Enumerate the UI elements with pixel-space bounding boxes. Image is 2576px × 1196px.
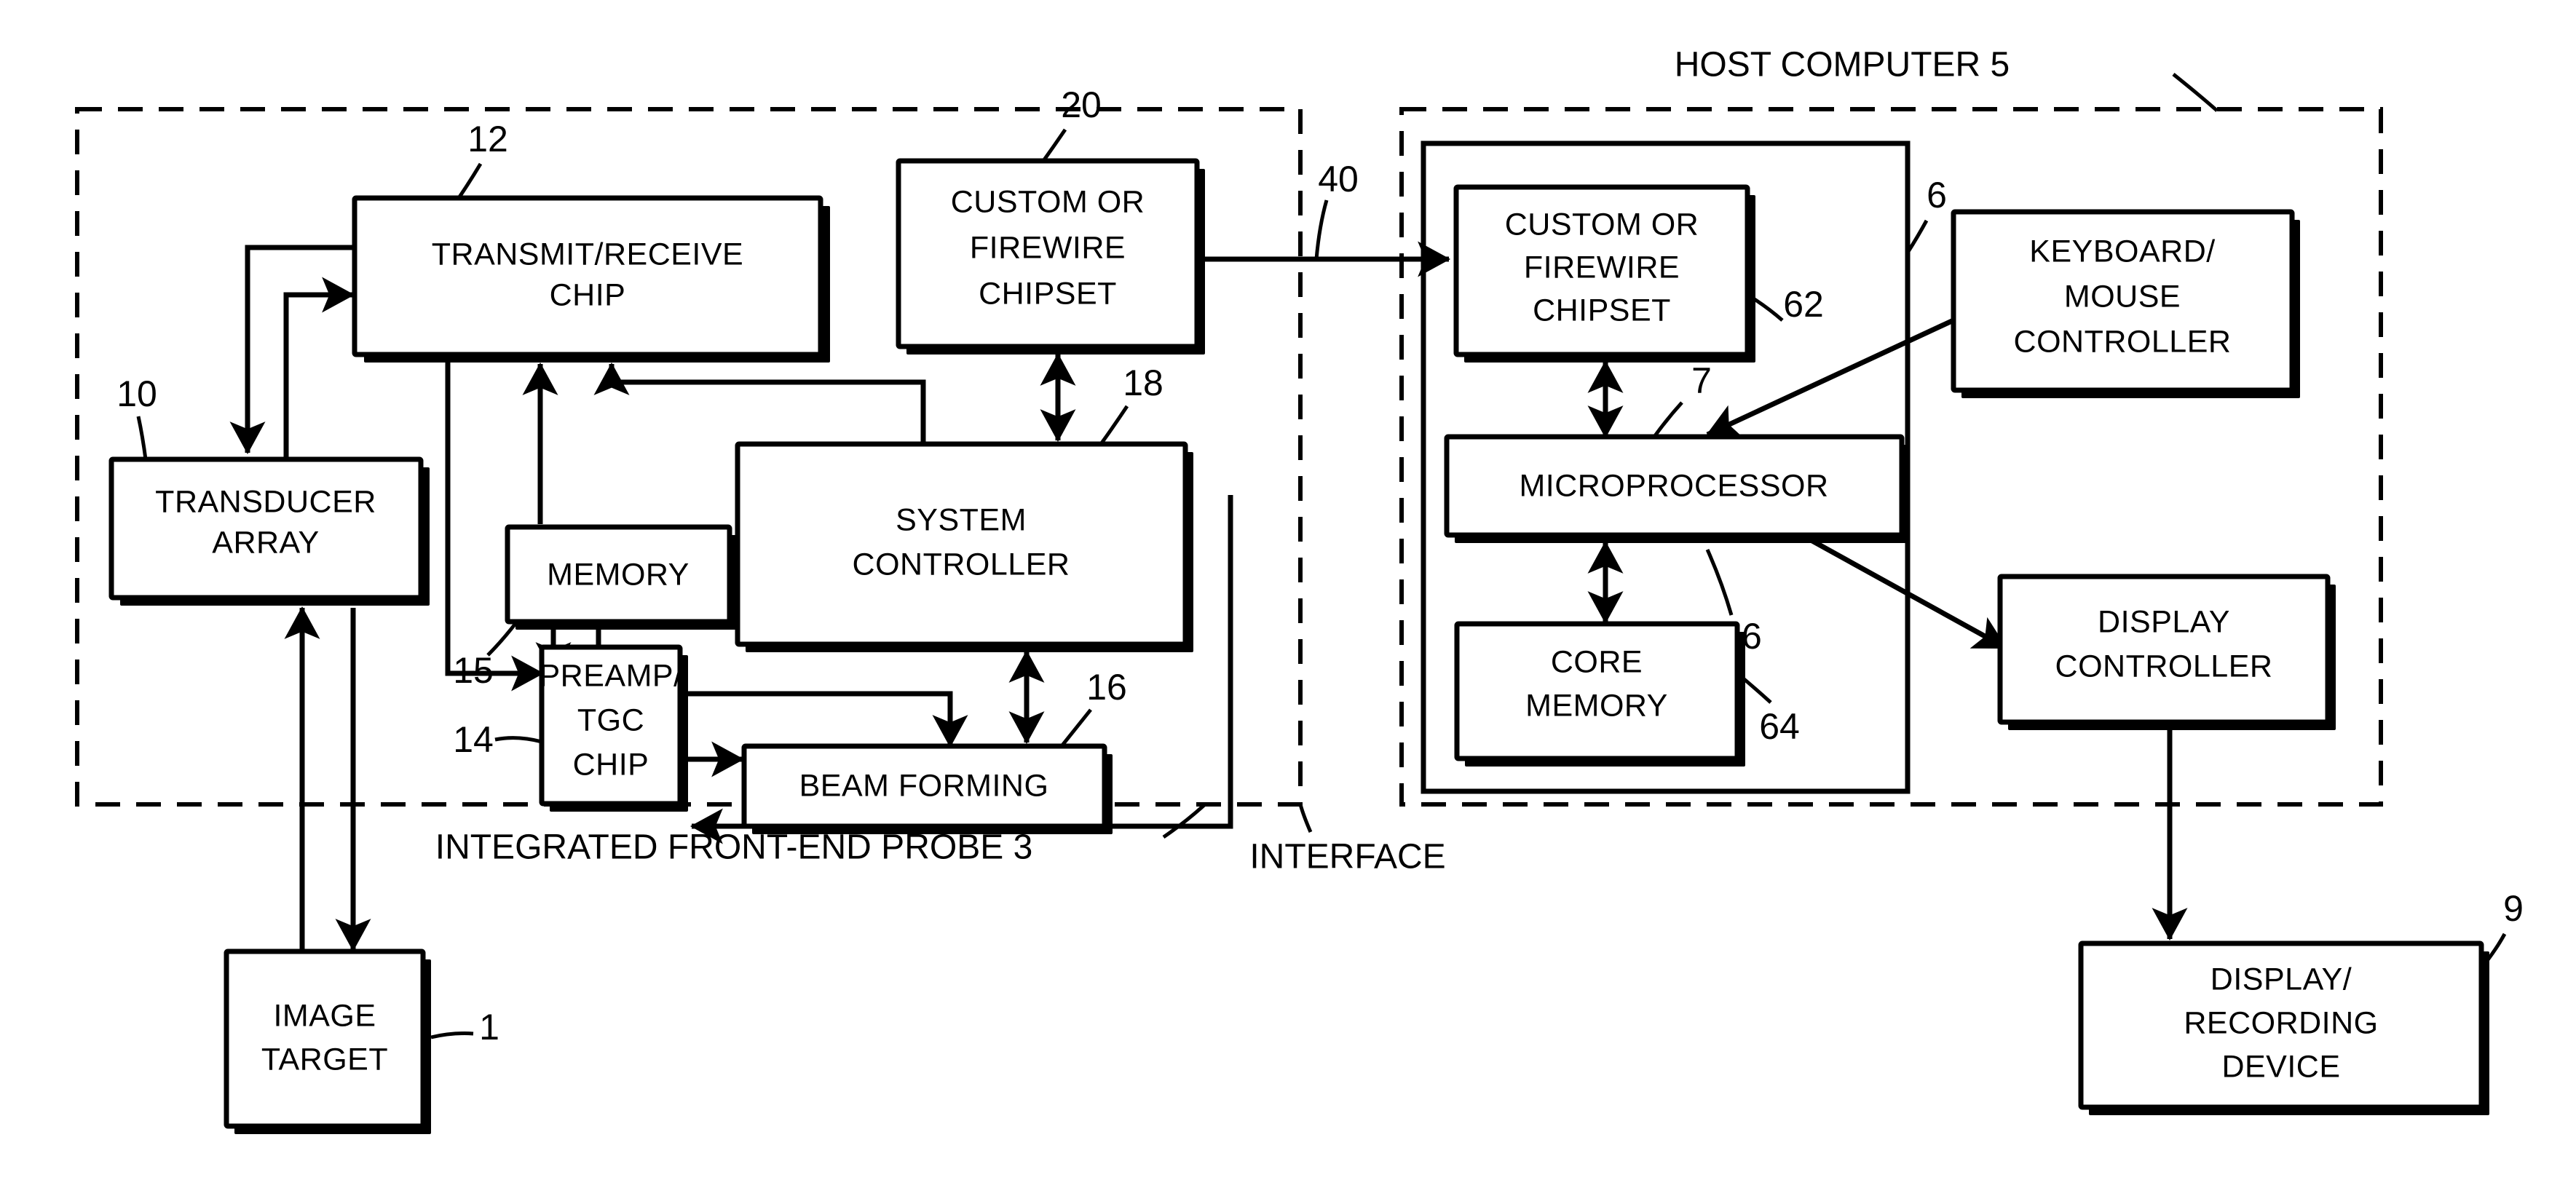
ref-numeral-20: 20 bbox=[1061, 84, 1102, 125]
probe-region-label: INTEGRATED FRONT-END PROBE 3 bbox=[435, 828, 1033, 867]
ref-numeral-9: 9 bbox=[2503, 888, 2524, 929]
leader-10 bbox=[136, 416, 148, 460]
leader-3 bbox=[1162, 803, 1206, 839]
ref-numeral-15: 15 bbox=[453, 650, 494, 691]
core-memory-label-line1: CORE bbox=[1551, 644, 1643, 679]
host-chipset-label-line1: CUSTOM OR bbox=[1505, 207, 1699, 242]
leader-12 bbox=[457, 162, 483, 199]
preamp-tgc-label-line1: PREAMP/ bbox=[539, 658, 682, 693]
microprocessor-label: MICROPROCESSOR bbox=[1519, 468, 1828, 503]
leader-1 bbox=[430, 1031, 474, 1039]
ref-numeral-14: 14 bbox=[453, 719, 494, 760]
leader-interface bbox=[1298, 804, 1313, 833]
probe-chipset-label-line3: CHIPSET bbox=[979, 276, 1117, 311]
preamp-tgc-label-line2: TGC bbox=[577, 702, 644, 737]
keyboard-mouse-label-line3: CONTROLLER bbox=[2014, 324, 2232, 359]
block-microprocessor: MICROPROCESSOR bbox=[1444, 434, 1910, 543]
memory-label: MEMORY bbox=[547, 557, 690, 592]
block-display-controller: DISPLAY CONTROLLER bbox=[1997, 574, 2336, 730]
interface-region-label: INTERFACE bbox=[1249, 838, 1445, 876]
leader-16 bbox=[1060, 708, 1092, 748]
leader-66 bbox=[1705, 548, 1734, 616]
display-controller-label-line1: DISPLAY bbox=[2098, 604, 2230, 639]
block-transmit-receive-chip: TRANSMIT/RECEIVE CHIP bbox=[352, 195, 830, 363]
leader-18 bbox=[1099, 405, 1129, 445]
block-memory: MEMORY bbox=[505, 524, 738, 630]
transmit-receive-chip-label-line1: TRANSMIT/RECEIVE bbox=[432, 237, 744, 272]
block-host-custom-firewire-chipset: CUSTOM OR FIREWIRE CHIPSET bbox=[1453, 184, 1755, 363]
host-computer-region-label: HOST COMPUTER 5 bbox=[1675, 46, 2010, 84]
block-probe-custom-firewire-chipset: CUSTOM OR FIREWIRE CHIPSET bbox=[896, 158, 1205, 355]
keyboard-mouse-label-line2: MOUSE bbox=[2064, 279, 2181, 314]
block-system-controller: SYSTEM CONTROLLER bbox=[735, 441, 1193, 652]
display-controller-label-line2: CONTROLLER bbox=[2055, 649, 2273, 684]
transmit-receive-chip-label-line2: CHIP bbox=[550, 277, 626, 312]
probe-chipset-label-line2: FIREWIRE bbox=[970, 230, 1126, 265]
image-target-label-line2: TARGET bbox=[261, 1042, 388, 1077]
block-keyboard-mouse-controller: KEYBOARD/ MOUSE CONTROLLER bbox=[1951, 209, 2300, 398]
block-diagram-canvas: TRANSMIT/RECEIVE CHIP 12 TRANSDUCER ARRA… bbox=[75, 46, 2524, 1134]
ref-numeral-64: 64 bbox=[1759, 706, 1800, 747]
preamp-tgc-label-line3: CHIP bbox=[573, 747, 649, 782]
ref-numeral-40: 40 bbox=[1318, 159, 1359, 199]
leader-7 bbox=[1652, 401, 1683, 438]
conn-syscontroller-to-tr bbox=[593, 362, 926, 444]
leader-6 bbox=[1905, 219, 1929, 254]
transducer-array-label-line2: ARRAY bbox=[212, 525, 319, 560]
block-preamp-tgc-chip: PREAMP/ TGC CHIP bbox=[539, 644, 688, 812]
core-memory-label-line2: MEMORY bbox=[1525, 688, 1668, 723]
display-recording-label-line3: DEVICE bbox=[2221, 1049, 2340, 1084]
block-beam-forming: BEAM FORMING bbox=[741, 743, 1113, 834]
ref-numeral-6: 6 bbox=[1927, 175, 1947, 215]
conn-transducer-to-tr bbox=[283, 277, 355, 459]
patent-figure-diagram: TRANSMIT/RECEIVE CHIP 12 TRANSDUCER ARRA… bbox=[0, 0, 2576, 1196]
ref-numeral-12: 12 bbox=[467, 119, 508, 159]
block-core-memory: CORE MEMORY bbox=[1454, 621, 1745, 767]
leader-14 bbox=[494, 736, 542, 744]
ref-numeral-16: 16 bbox=[1086, 667, 1127, 708]
leader-5 bbox=[2172, 73, 2219, 112]
block-display-recording-device: DISPLAY/ RECORDING DEVICE bbox=[2078, 940, 2489, 1115]
beam-forming-label: BEAM FORMING bbox=[799, 768, 1049, 803]
block-transducer-array: TRANSDUCER ARRAY bbox=[108, 456, 430, 606]
display-recording-label-line1: DISPLAY/ bbox=[2210, 962, 2352, 997]
leader-40 bbox=[1314, 199, 1329, 260]
system-controller-label-line1: SYSTEM bbox=[896, 502, 1027, 537]
ref-numeral-62: 62 bbox=[1783, 284, 1824, 325]
block-image-target: IMAGE TARGET bbox=[224, 949, 431, 1134]
transducer-array-label-line1: TRANSDUCER bbox=[155, 484, 376, 519]
image-target-label-line1: IMAGE bbox=[273, 998, 376, 1033]
probe-chipset-label-line1: CUSTOM OR bbox=[951, 184, 1145, 219]
leader-20 bbox=[1041, 128, 1067, 162]
keyboard-mouse-label-line1: KEYBOARD/ bbox=[2029, 234, 2215, 269]
ref-numeral-10: 10 bbox=[116, 373, 157, 414]
system-controller-label-line2: CONTROLLER bbox=[853, 547, 1070, 582]
display-recording-label-line2: RECORDING bbox=[2184, 1005, 2378, 1040]
conn-tr-to-transducer bbox=[229, 245, 353, 455]
ref-numeral-7: 7 bbox=[1691, 360, 1712, 401]
host-chipset-label-line3: CHIPSET bbox=[1533, 293, 1671, 328]
ref-numeral-1: 1 bbox=[479, 1007, 499, 1048]
leader-9 bbox=[2480, 932, 2507, 970]
ref-numeral-18: 18 bbox=[1123, 363, 1163, 403]
host-chipset-label-line2: FIREWIRE bbox=[1524, 250, 1680, 285]
